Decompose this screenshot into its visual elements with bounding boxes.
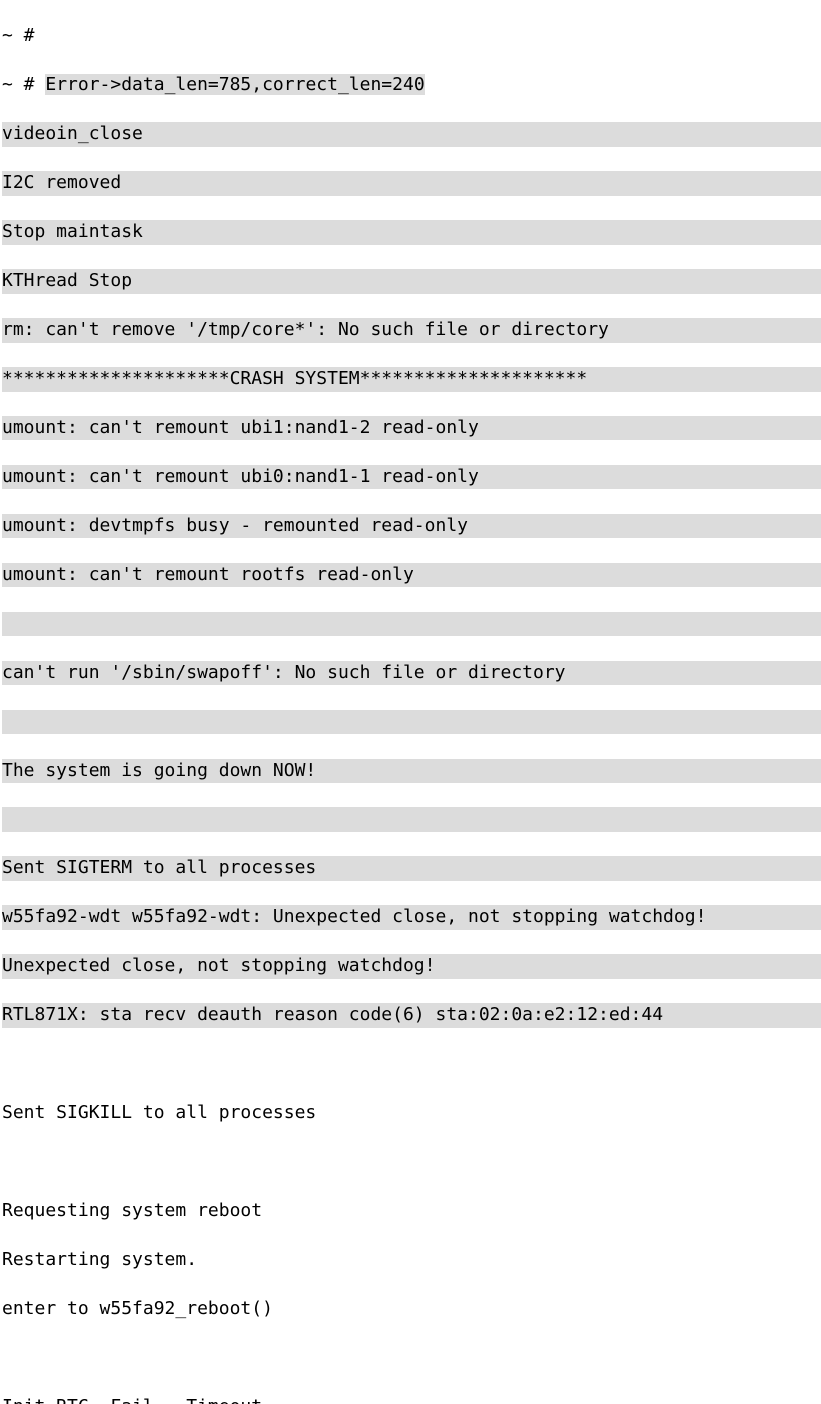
log-line: Sent SIGKILL to all processes (2, 1101, 821, 1125)
log-line: can't run '/sbin/swapoff': No such file … (2, 661, 821, 685)
prompt-line: ~ # (2, 24, 821, 48)
crash-banner: *********************CRASH SYSTEM*******… (2, 367, 821, 391)
log-line (2, 612, 821, 636)
log-line: Restarting system. (2, 1248, 821, 1272)
log-line: umount: can't remount ubi0:nand1-1 read-… (2, 465, 821, 489)
log-line: enter to w55fa92_reboot() (2, 1297, 821, 1321)
log-line: The system is going down NOW! (2, 759, 821, 783)
log-line: rm: can't remove '/tmp/core*': No such f… (2, 318, 821, 342)
log-line: Init RTC .Fail - Timeout (2, 1395, 821, 1404)
log-line: umount: can't remount rootfs read-only (2, 563, 821, 587)
prompt-prefix: ~ # (2, 74, 45, 95)
terminal-output: ~ # ~ # Error->data_len=785,correct_len=… (0, 0, 821, 1404)
log-line (2, 710, 821, 734)
log-line: Sent SIGTERM to all processes (2, 856, 821, 880)
log-line: KTHread Stop (2, 269, 821, 293)
log-line (2, 1150, 821, 1174)
error-text: Error->data_len=785,correct_len=240 (45, 74, 424, 95)
log-line (2, 807, 821, 831)
log-line: Requesting system reboot (2, 1199, 821, 1223)
log-line: Stop maintask (2, 220, 821, 244)
log-line (2, 1052, 821, 1076)
log-line: w55fa92-wdt w55fa92-wdt: Unexpected clos… (2, 905, 821, 929)
log-line (2, 1346, 821, 1370)
log-line: videoin_close (2, 122, 821, 146)
log-line: umount: devtmpfs busy - remounted read-o… (2, 514, 821, 538)
log-line: umount: can't remount ubi1:nand1-2 read-… (2, 416, 821, 440)
log-line: RTL871X: sta recv deauth reason code(6) … (2, 1003, 821, 1027)
log-line: I2C removed (2, 171, 821, 195)
log-line: Unexpected close, not stopping watchdog! (2, 954, 821, 978)
error-line: ~ # Error->data_len=785,correct_len=240 (2, 73, 821, 97)
